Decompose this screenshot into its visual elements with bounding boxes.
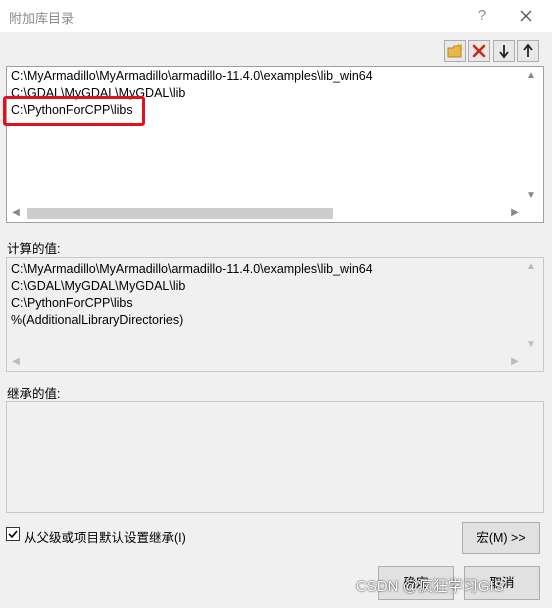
close-button[interactable] xyxy=(514,6,538,26)
scroll-down-arrow[interactable]: ▼ xyxy=(524,189,538,203)
delete-x-icon xyxy=(472,44,486,58)
delete-line-button[interactable] xyxy=(468,40,490,62)
folder-new-icon xyxy=(447,43,463,58)
inherited-value-label: 继承的值: xyxy=(7,387,61,401)
scroll-left-arrow[interactable]: ◀ xyxy=(9,206,23,220)
scroll-up-arrow[interactable]: ▲ xyxy=(524,69,538,83)
close-icon xyxy=(520,10,532,22)
arrow-up-icon xyxy=(523,43,533,57)
csdn-watermark: CSDN @疯狂学习GIS xyxy=(356,578,504,595)
checkmark-icon xyxy=(8,530,18,539)
scroll-right-arrow[interactable]: ▶ xyxy=(508,355,522,369)
horizontal-scroll-thumb[interactable] xyxy=(27,208,333,219)
inherit-checkbox[interactable] xyxy=(6,527,20,541)
new-line-button[interactable] xyxy=(444,40,466,62)
evaluated-value-label: 计算的值: xyxy=(7,242,61,256)
highlight-annotation xyxy=(3,96,145,126)
evaluated-line: C:\PythonForCPP\libs xyxy=(11,296,133,310)
window-title: 附加库目录 xyxy=(9,11,75,26)
move-up-button[interactable] xyxy=(517,40,539,62)
macro-button[interactable]: 宏(M) >> xyxy=(462,522,540,554)
inherited-value-box xyxy=(6,401,544,513)
scroll-right-arrow[interactable]: ▶ xyxy=(508,206,522,220)
evaluated-line: %(AdditionalLibraryDirectories) xyxy=(11,313,184,327)
directory-list[interactable]: C:\MyArmadillo\MyArmadillo\armadillo-11.… xyxy=(6,66,544,223)
help-button[interactable]: ? xyxy=(472,6,492,26)
scroll-down-arrow[interactable]: ▼ xyxy=(524,338,538,352)
arrow-down-icon xyxy=(499,45,509,59)
scroll-left-arrow[interactable]: ◀ xyxy=(9,355,23,369)
evaluated-line: C:\GDAL\MyGDAL\MyGDAL\lib xyxy=(11,279,186,293)
evaluated-line: C:\MyArmadillo\MyArmadillo\armadillo-11.… xyxy=(11,262,373,276)
inherit-checkbox-label[interactable]: 从父级或项目默认设置继承(I) xyxy=(24,527,186,546)
move-down-button[interactable] xyxy=(493,40,515,62)
scroll-up-arrow[interactable]: ▲ xyxy=(524,260,538,274)
list-item[interactable]: C:\MyArmadillo\MyArmadillo\armadillo-11.… xyxy=(11,69,373,83)
evaluated-value-box: C:\MyArmadillo\MyArmadillo\armadillo-11.… xyxy=(6,257,544,372)
title-bar xyxy=(0,0,552,32)
